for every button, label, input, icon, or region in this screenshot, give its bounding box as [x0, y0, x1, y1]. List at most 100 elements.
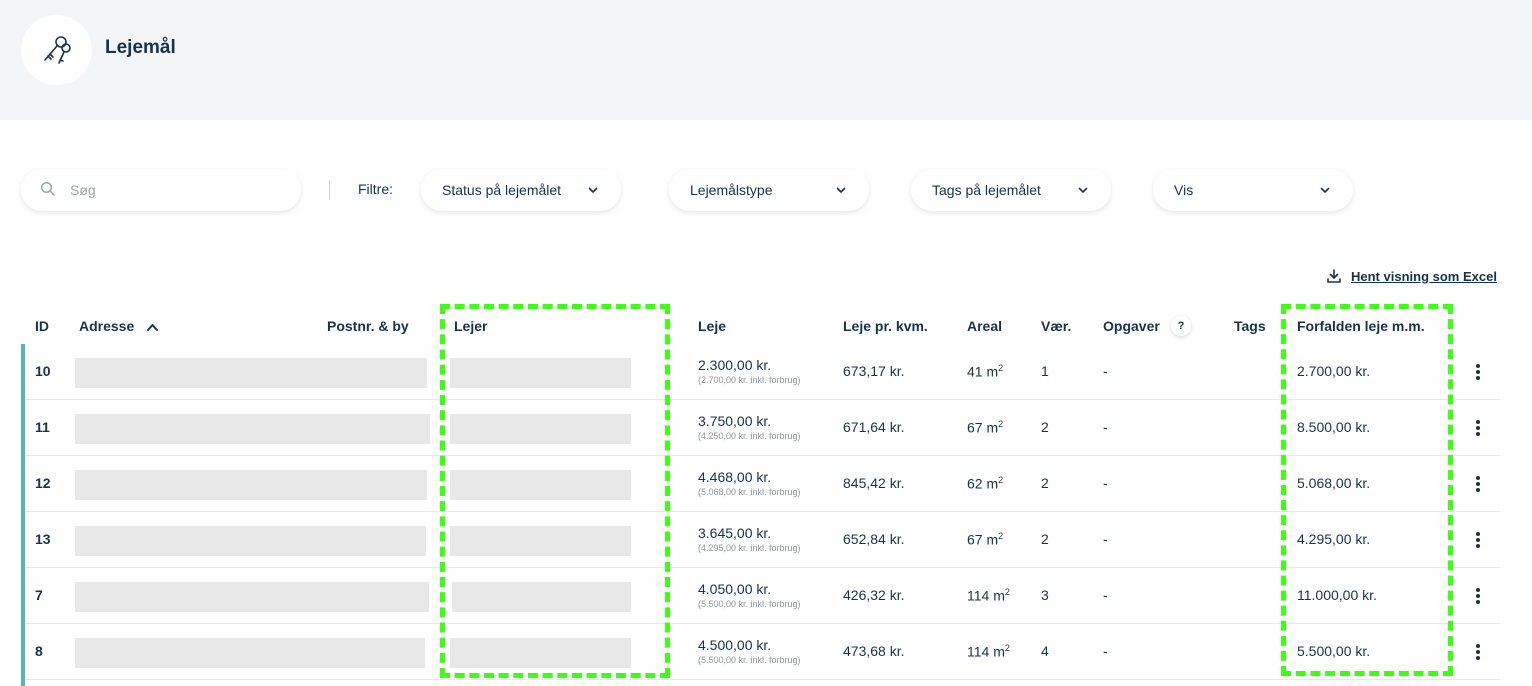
- cell-id: 12: [35, 475, 51, 491]
- column-header-adresse-label: Adresse: [79, 318, 135, 334]
- cell-areal: 41 m2: [967, 363, 1004, 380]
- table-row[interactable]: 8 4.500,00 kr. (5.500,00 kr. inkl. forbr…: [25, 624, 1500, 680]
- cell-leje-kvm: 473,68 kr.: [843, 643, 905, 659]
- filter-tags-dropdown[interactable]: Tags på lejemålet: [911, 169, 1111, 211]
- table-row[interactable]: 13 3.645,00 kr. (4.295,00 kr. inkl. forb…: [25, 512, 1500, 568]
- redacted-address: [75, 358, 427, 388]
- cell-id: 7: [35, 587, 43, 603]
- table-row[interactable]: 12 4.468,00 kr. (5.068,00 kr. inkl. forb…: [25, 456, 1500, 512]
- cell-forfalden: 8.500,00 kr.: [1297, 419, 1371, 435]
- column-header-forfalden[interactable]: Forfalden leje m.m.: [1297, 318, 1425, 334]
- column-header-adresse[interactable]: Adresse: [79, 318, 159, 334]
- cell-forfalden: 11.000,00 kr.: [1297, 587, 1377, 603]
- redacted-address: [75, 414, 430, 444]
- row-menu-icon[interactable]: [1472, 474, 1484, 494]
- search-placeholder: Søg: [70, 182, 96, 198]
- cell-forfalden: 4.295,00 kr.: [1297, 531, 1371, 547]
- cell-id: 11: [35, 419, 50, 435]
- cell-opgaver: -: [1103, 531, 1108, 547]
- cell-id: 10: [35, 363, 51, 379]
- redacted-address: [75, 638, 425, 668]
- filter-status-label: Status på lejemålet: [442, 182, 562, 198]
- column-header-vaer[interactable]: Vær.: [1041, 318, 1071, 334]
- keys-logo: [21, 15, 92, 85]
- cell-forfalden: 5.068,00 kr.: [1297, 475, 1371, 491]
- column-header-tags[interactable]: Tags: [1234, 318, 1266, 334]
- filter-view-label: Vis: [1174, 182, 1194, 198]
- table-row[interactable]: 7 4.050,00 kr. (5.500,00 kr. inkl. forbr…: [25, 568, 1500, 624]
- cell-id: 13: [35, 531, 51, 547]
- cell-id: 8: [35, 643, 43, 659]
- filter-status-dropdown[interactable]: Status på lejemålet: [421, 169, 621, 211]
- toolbar-divider: [329, 180, 330, 200]
- redacted-tenant: [450, 470, 631, 500]
- cell-areal: 114 m2: [967, 643, 1010, 660]
- row-menu-icon[interactable]: [1472, 362, 1484, 382]
- column-header-leje-kvm[interactable]: Leje pr. kvm.: [843, 318, 928, 334]
- cell-leje-incl: (4.295,00 kr. inkl. forbrug): [698, 543, 801, 553]
- cell-areal: 62 m2: [967, 475, 1004, 492]
- table-row[interactable]: 10 2.300,00 kr. (2.700,00 kr. inkl. forb…: [25, 344, 1500, 400]
- search-input[interactable]: Søg: [21, 169, 301, 211]
- cell-forfalden: 2.700,00 kr.: [1297, 363, 1371, 379]
- chevron-down-icon: [836, 187, 846, 193]
- table-row[interactable]: 11 3.750,00 kr. (4.250,00 kr. inkl. forb…: [25, 400, 1500, 456]
- cell-areal: 67 m2: [967, 531, 1004, 548]
- filter-type-dropdown[interactable]: Lejemålstype: [669, 169, 869, 211]
- cell-leje-kvm: 845,42 kr.: [843, 475, 905, 491]
- column-header-postnr[interactable]: Postnr. & by: [327, 318, 409, 334]
- redacted-tenant: [452, 582, 631, 612]
- cell-leje-kvm: 426,32 kr.: [843, 587, 905, 603]
- column-header-lejer[interactable]: Lejer: [454, 318, 487, 334]
- cell-opgaver: -: [1103, 419, 1108, 435]
- row-menu-icon[interactable]: [1472, 586, 1484, 606]
- cell-leje: 4.050,00 kr.: [698, 581, 772, 597]
- cell-opgaver: -: [1103, 363, 1108, 379]
- cell-leje-incl: (2.700,00 kr. inkl. forbrug): [698, 375, 801, 385]
- cell-opgaver: -: [1103, 643, 1108, 659]
- download-icon: [1327, 269, 1341, 283]
- redacted-tenant: [450, 638, 631, 668]
- redacted-tenant: [450, 526, 631, 556]
- cell-vaer: 2: [1041, 419, 1049, 435]
- cell-opgaver: -: [1103, 475, 1108, 491]
- cell-leje-kvm: 652,84 kr.: [843, 531, 905, 547]
- chevron-down-icon: [1078, 187, 1088, 193]
- redacted-tenant: [450, 358, 631, 388]
- row-menu-icon[interactable]: [1472, 418, 1484, 438]
- redacted-address: [75, 526, 426, 556]
- search-icon: [40, 181, 55, 196]
- cell-leje-kvm: 673,17 kr.: [843, 363, 905, 379]
- cell-leje: 3.645,00 kr.: [698, 525, 772, 541]
- redacted-address: [75, 470, 427, 500]
- column-header-opgaver[interactable]: Opgaver: [1103, 318, 1160, 334]
- cell-leje: 4.500,00 kr.: [698, 637, 772, 653]
- redacted-tenant: [450, 414, 631, 444]
- row-menu-icon[interactable]: [1472, 642, 1484, 662]
- filter-tags-label: Tags på lejemålet: [932, 182, 1041, 198]
- column-header-leje[interactable]: Leje: [698, 318, 726, 334]
- cell-vaer: 1: [1041, 363, 1049, 379]
- cell-vaer: 3: [1041, 587, 1049, 603]
- cell-vaer: 4: [1041, 643, 1049, 659]
- cell-areal: 67 m2: [967, 419, 1004, 436]
- filter-label: Filtre:: [358, 181, 393, 197]
- page-title: Lejemål: [105, 37, 176, 58]
- column-header-id[interactable]: ID: [35, 318, 49, 334]
- redacted-address: [75, 582, 429, 612]
- cell-vaer: 2: [1041, 475, 1049, 491]
- cell-leje: 4.468,00 kr.: [698, 469, 772, 485]
- export-excel-link[interactable]: Hent visning som Excel: [1326, 268, 1497, 284]
- cell-leje: 2.300,00 kr.: [698, 357, 772, 373]
- cell-opgaver: -: [1103, 587, 1108, 603]
- chevron-down-icon: [1320, 187, 1330, 193]
- cell-leje-kvm: 671,64 kr.: [843, 419, 905, 435]
- export-excel-label: Hent visning som Excel: [1351, 268, 1497, 284]
- column-header-areal[interactable]: Areal: [967, 318, 1002, 334]
- sort-ascending-icon: [147, 324, 159, 332]
- row-menu-icon[interactable]: [1472, 530, 1484, 550]
- filter-view-dropdown[interactable]: Vis: [1153, 169, 1353, 211]
- opgaver-help-icon[interactable]: ?: [1171, 316, 1191, 336]
- cell-leje: 3.750,00 kr.: [698, 413, 772, 429]
- page-header: Lejemål: [0, 0, 1532, 120]
